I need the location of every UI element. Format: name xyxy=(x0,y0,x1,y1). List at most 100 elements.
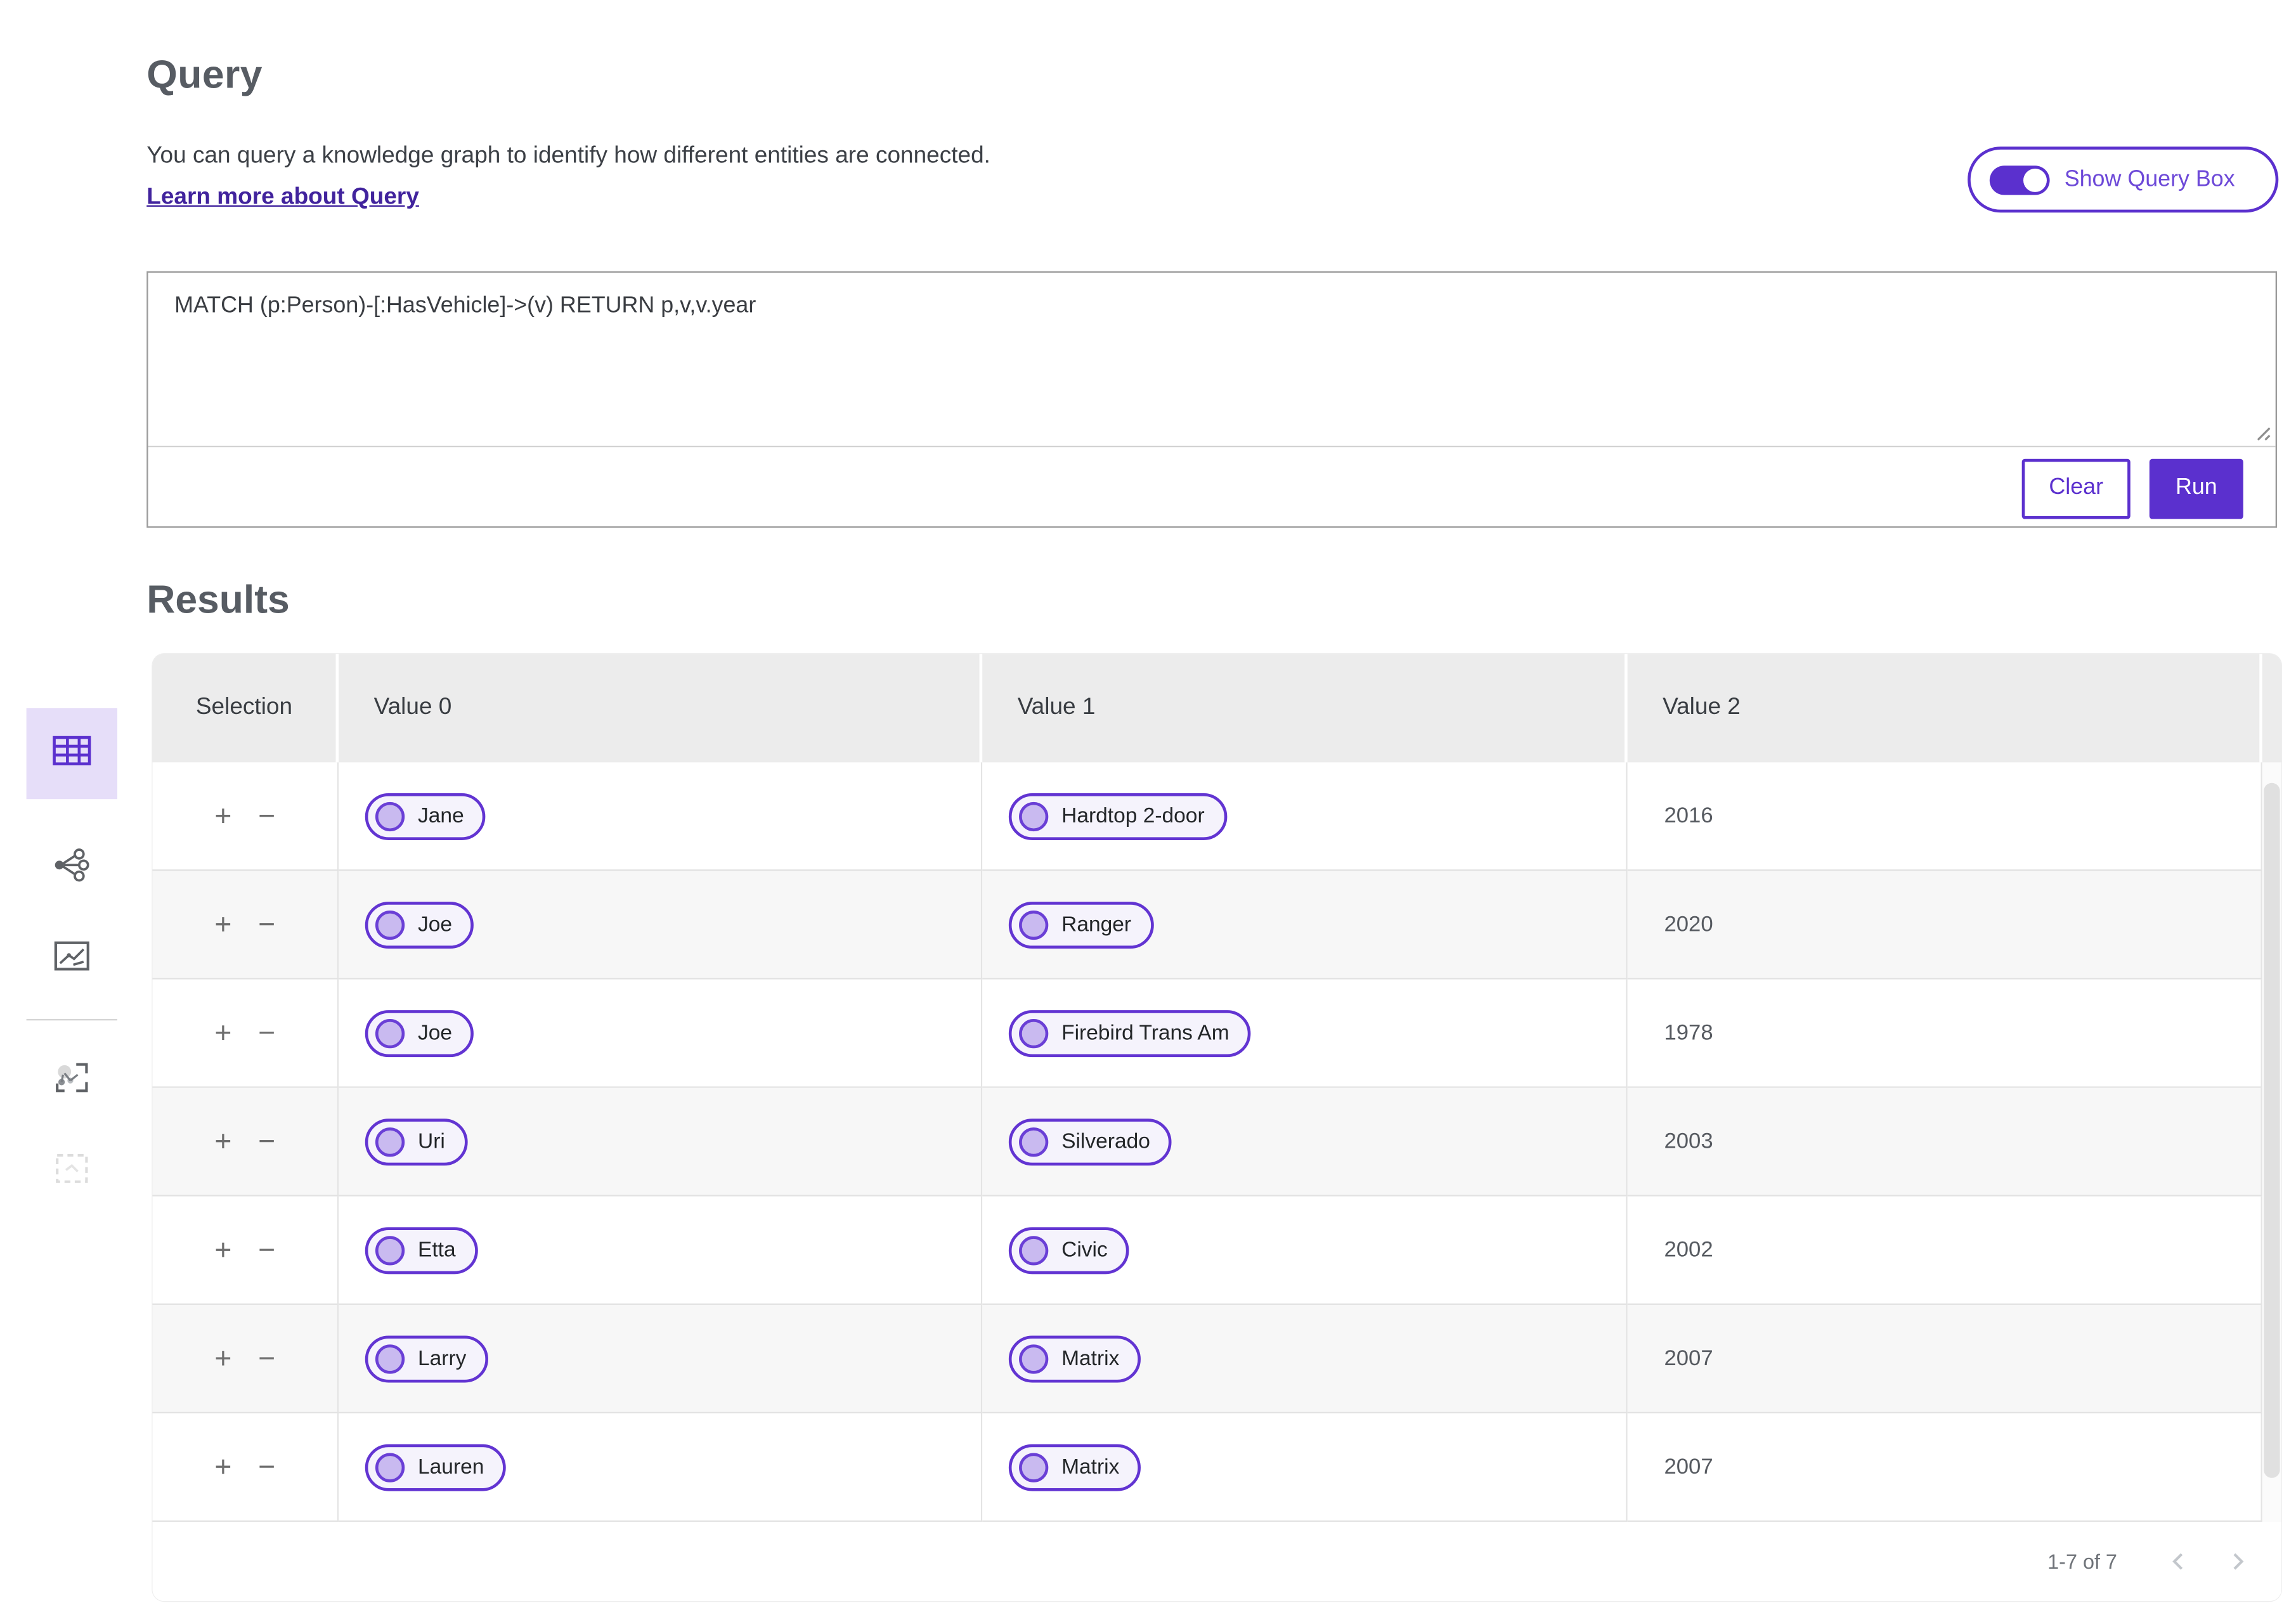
network-icon xyxy=(53,846,91,889)
remove-from-selection-button[interactable]: − xyxy=(258,1344,275,1373)
results-title: Results xyxy=(146,578,290,622)
remove-from-selection-button[interactable]: − xyxy=(258,1127,275,1156)
dashed-box-icon xyxy=(53,1150,91,1193)
table-icon xyxy=(51,732,93,775)
table-row: + − Joe Firebird Trans Am 1978 xyxy=(152,979,2281,1088)
node-chip[interactable]: Civic xyxy=(1008,1226,1130,1274)
selection-cell: + − xyxy=(152,1087,339,1197)
sidebar-item-chart-view[interactable] xyxy=(27,914,117,1004)
table-row: + − Lauren Matrix 2007 xyxy=(152,1413,2281,1522)
value2-cell: 2002 xyxy=(1627,1196,2262,1305)
node-icon xyxy=(375,1235,405,1265)
selection-cell: + − xyxy=(152,762,339,871)
value2-cell: 1978 xyxy=(1627,979,2262,1088)
selection-cell: + − xyxy=(152,1413,339,1522)
node-chip[interactable]: Hardtop 2-door xyxy=(1008,792,1227,840)
selection-cell: + − xyxy=(152,1304,339,1414)
line-chart-icon xyxy=(53,938,91,980)
page-description: You can query a knowledge graph to ident… xyxy=(146,143,990,169)
node-chip[interactable]: Firebird Trans Am xyxy=(1008,1009,1252,1057)
toggle-switch-icon[interactable] xyxy=(1989,165,2050,195)
node-icon xyxy=(375,1452,405,1482)
node-icon xyxy=(1019,1344,1049,1373)
table-row: + − Etta Civic 2002 xyxy=(152,1196,2281,1305)
sidebar-item-graph-view[interactable] xyxy=(27,822,117,913)
toggle-knob xyxy=(2023,167,2047,191)
node-icon xyxy=(375,1018,405,1048)
remove-from-selection-button[interactable]: − xyxy=(258,1018,275,1047)
value2-cell: 2020 xyxy=(1627,871,2262,980)
graph-frame-icon xyxy=(53,1060,91,1102)
node-chip[interactable]: Matrix xyxy=(1008,1335,1142,1382)
sidebar-item-table-view[interactable] xyxy=(26,708,117,800)
node-icon xyxy=(1019,1018,1049,1048)
add-to-selection-button[interactable]: + xyxy=(214,801,231,831)
column-header-value0: Value 0 xyxy=(339,654,983,763)
node-icon xyxy=(1019,909,1049,940)
query-input[interactable]: MATCH (p:Person)-[:HasVehicle]->(v) RETU… xyxy=(148,273,2276,446)
selection-cell: + − xyxy=(152,871,339,980)
node-icon xyxy=(1019,1127,1049,1157)
add-to-selection-button[interactable]: + xyxy=(214,1127,231,1156)
node-chip[interactable]: Matrix xyxy=(1008,1443,1142,1491)
node-icon xyxy=(375,801,405,831)
node-chip[interactable]: Silverado xyxy=(1008,1118,1172,1165)
prev-page-button[interactable] xyxy=(2150,1532,2208,1590)
table-footer: 1-7 of 7 xyxy=(152,1522,2281,1602)
selection-cell: + − xyxy=(152,979,339,1088)
clear-button[interactable]: Clear xyxy=(2021,458,2131,519)
table-header-row: Selection Value 0 Value 1 Value 2 xyxy=(152,654,2281,763)
value2-cell: 2003 xyxy=(1627,1087,2262,1197)
node-icon xyxy=(1019,1235,1049,1265)
page-title: Query xyxy=(146,53,263,97)
query-button-bar: Clear Run xyxy=(148,445,2276,529)
add-to-selection-button[interactable]: + xyxy=(214,910,231,939)
node-icon xyxy=(1019,1452,1049,1482)
node-icon xyxy=(375,1127,405,1157)
results-table: Selection Value 0 Value 1 Value 2 + − Ja… xyxy=(152,654,2281,1602)
add-to-selection-button[interactable]: + xyxy=(214,1452,231,1481)
node-chip[interactable]: Jane xyxy=(365,792,486,840)
node-icon xyxy=(375,909,405,940)
add-to-selection-button[interactable]: + xyxy=(214,1344,231,1373)
toggle-label: Show Query Box xyxy=(2064,166,2235,191)
value2-cell: 2016 xyxy=(1627,762,2262,871)
next-page-button[interactable] xyxy=(2208,1532,2266,1590)
column-header-selection: Selection xyxy=(152,654,339,763)
add-to-selection-button[interactable]: + xyxy=(214,1235,231,1264)
remove-from-selection-button[interactable]: − xyxy=(258,1235,275,1264)
sidebar-item-selection-view[interactable] xyxy=(27,1126,117,1217)
node-chip[interactable]: Larry xyxy=(365,1335,489,1382)
scrollbar-corner xyxy=(2262,654,2281,763)
node-chip[interactable]: Lauren xyxy=(365,1443,507,1491)
table-row: + − Larry Matrix 2007 xyxy=(152,1304,2281,1414)
query-panel: MATCH (p:Person)-[:HasVehicle]->(v) RETU… xyxy=(146,271,2278,529)
column-header-value1: Value 1 xyxy=(982,654,1628,763)
remove-from-selection-button[interactable]: − xyxy=(258,801,275,831)
run-button[interactable]: Run xyxy=(2149,458,2243,519)
value2-cell: 2007 xyxy=(1627,1413,2262,1522)
table-row: + − Jane Hardtop 2-door 2016 xyxy=(152,762,2281,871)
scrollbar-thumb[interactable] xyxy=(2264,782,2280,1478)
node-chip[interactable]: Joe xyxy=(365,1009,474,1057)
remove-from-selection-button[interactable]: − xyxy=(258,910,275,939)
show-query-box-toggle[interactable]: Show Query Box xyxy=(1968,146,2279,213)
table-row: + − Uri Silverado 2003 xyxy=(152,1087,2281,1197)
learn-more-link[interactable]: Learn more about Query xyxy=(146,185,419,211)
table-scrollbar[interactable] xyxy=(2262,654,2281,1522)
toolbar-divider xyxy=(26,1019,117,1021)
pagination-label: 1-7 of 7 xyxy=(2047,1550,2117,1574)
node-chip[interactable]: Ranger xyxy=(1008,900,1153,948)
table-row: + − Joe Ranger 2020 xyxy=(152,871,2281,980)
remove-from-selection-button[interactable]: − xyxy=(258,1452,275,1481)
sidebar-item-expand-graph-view[interactable] xyxy=(27,1035,117,1125)
node-chip[interactable]: Uri xyxy=(365,1118,467,1165)
add-to-selection-button[interactable]: + xyxy=(214,1018,231,1047)
node-chip[interactable]: Etta xyxy=(365,1226,478,1274)
value2-cell: 2007 xyxy=(1627,1304,2262,1414)
node-chip[interactable]: Joe xyxy=(365,900,474,948)
view-toolbar xyxy=(26,708,117,1217)
column-header-value2: Value 2 xyxy=(1627,654,2262,763)
node-icon xyxy=(375,1344,405,1373)
query-page: Query You can query a knowledge graph to… xyxy=(0,0,2296,1615)
